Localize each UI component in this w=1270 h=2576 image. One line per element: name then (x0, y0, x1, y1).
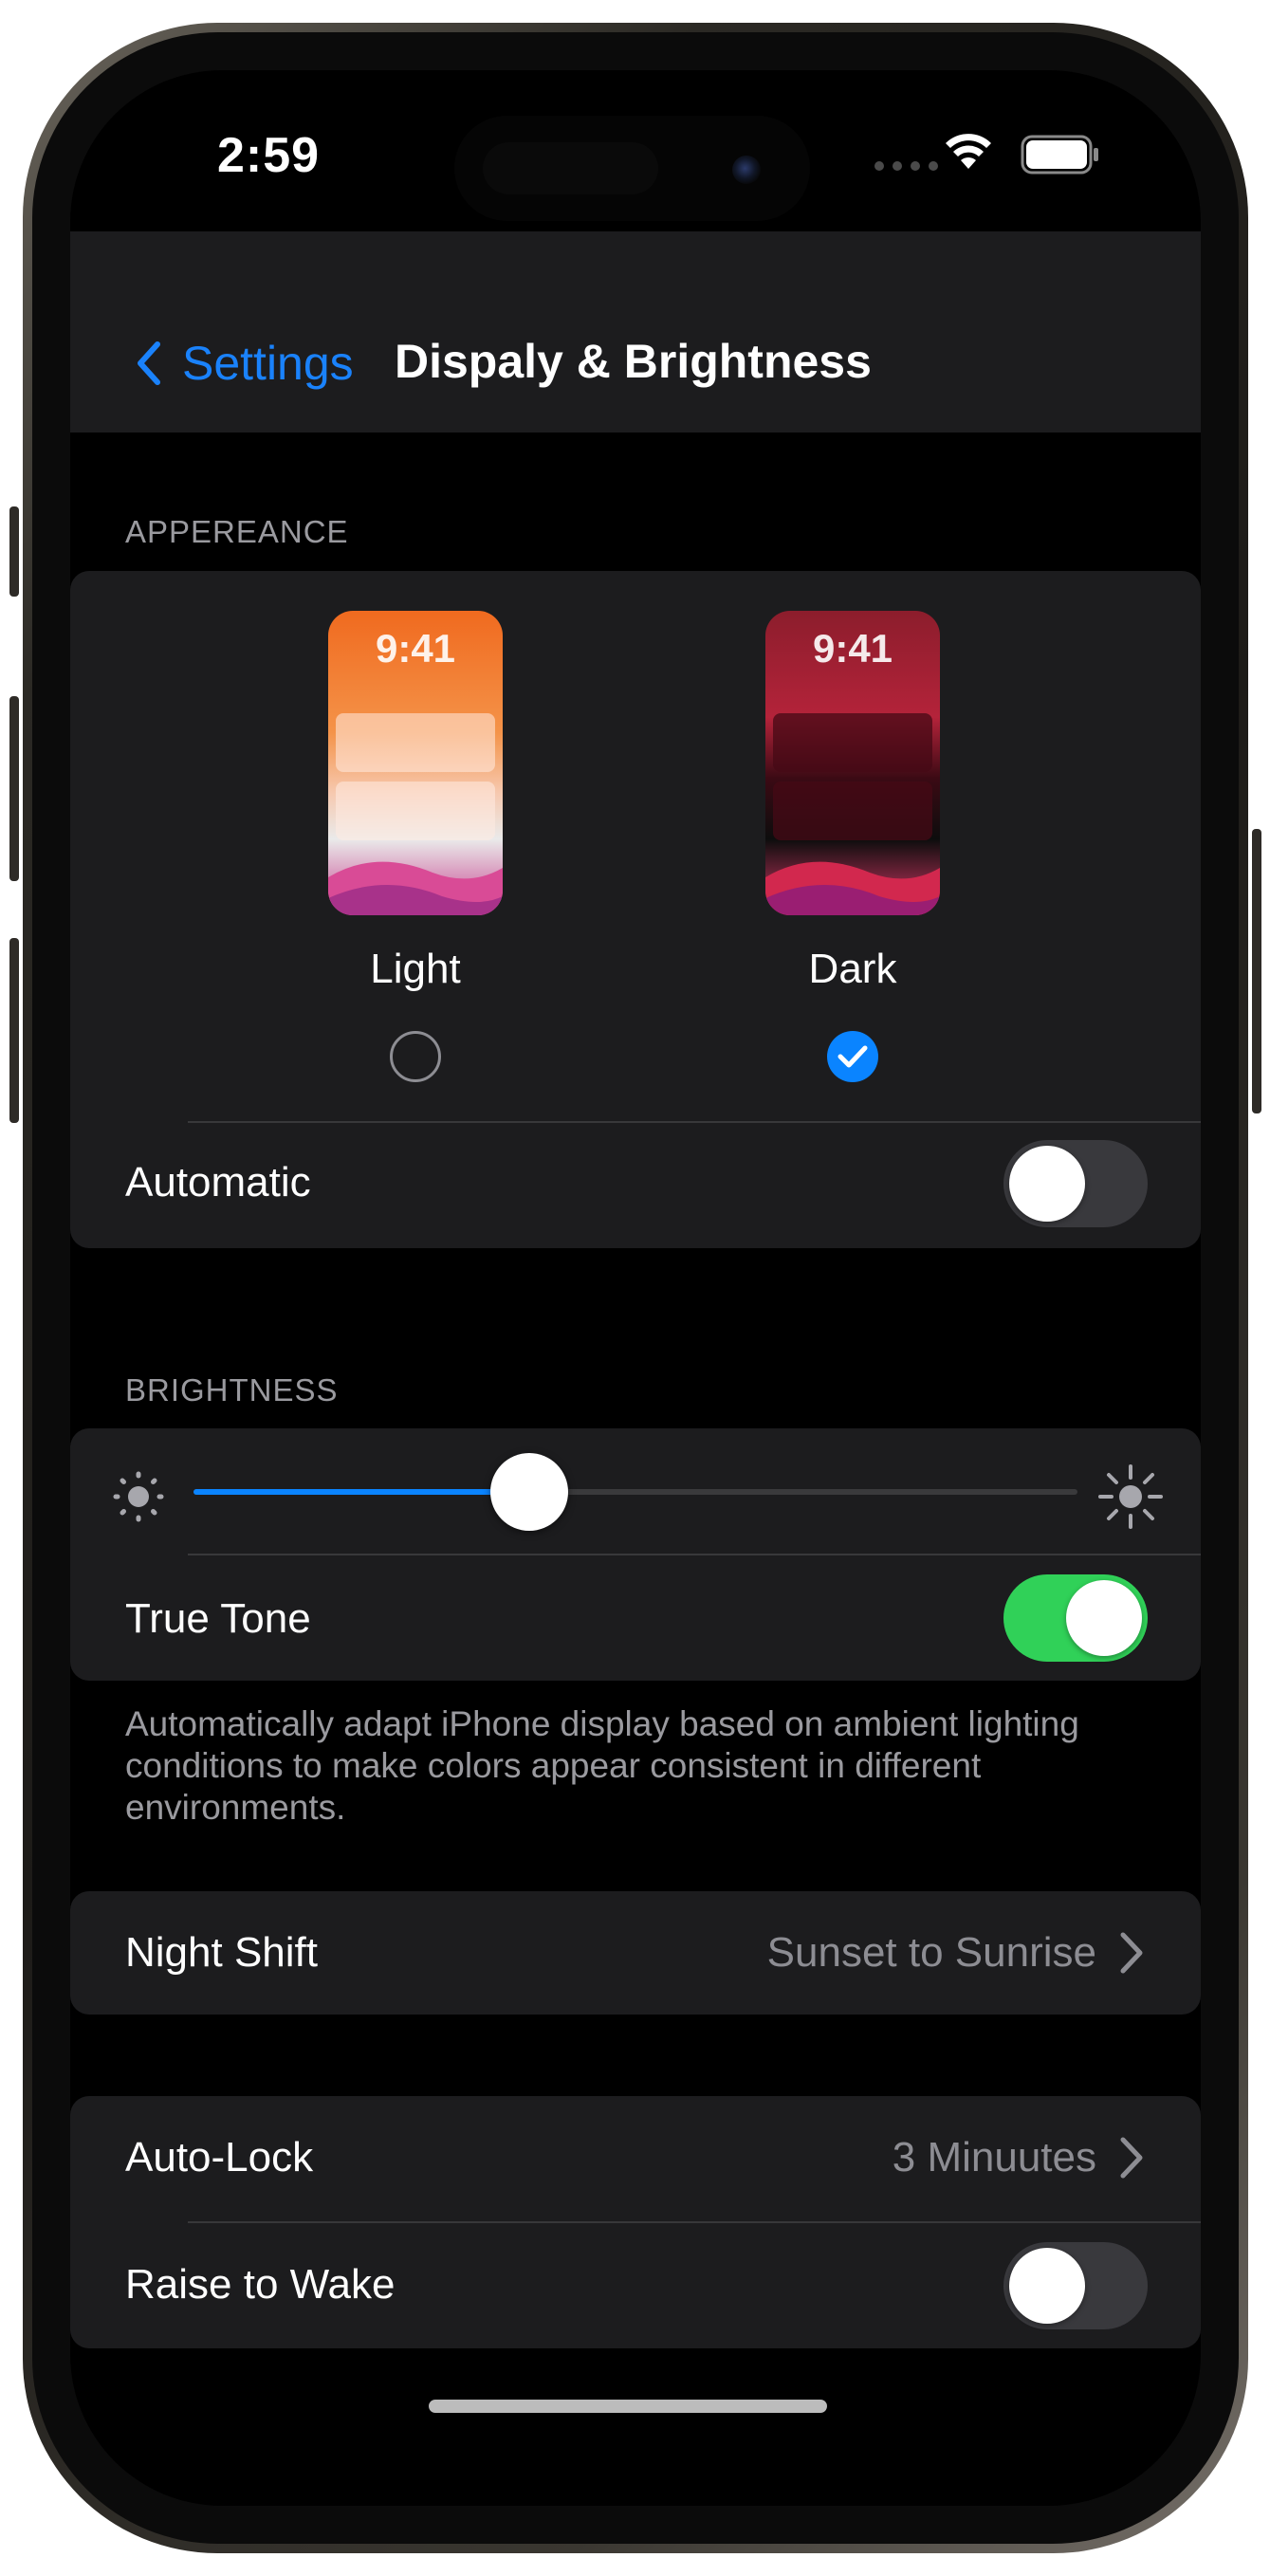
brightness-divider (188, 1554, 1201, 1555)
appearance-group: 9:41 Light 9:41 Dark Automatic (70, 571, 1201, 1248)
checkmark-icon (837, 1045, 868, 1068)
chevron-right-icon (1120, 1932, 1143, 1974)
action-button (9, 506, 19, 597)
true-tone-toggle-knob (1066, 1580, 1142, 1656)
page-title: Dispaly & Brightness (395, 335, 872, 388)
dark-preview-thumbnail: 9:41 (765, 611, 940, 915)
light-preview-thumbnail: 9:41 (328, 611, 503, 915)
auto-lock-value: 3 Minuutes (892, 2134, 1096, 2180)
true-tone-label: True Tone (125, 1595, 311, 1642)
power-button (1252, 829, 1261, 1113)
brightness-header: BRIGHTNESS (125, 1372, 339, 1408)
status-time: 2:59 (217, 128, 321, 183)
phone-frame: 2:59 Settings Dispaly & Brightness APPER… (9, 23, 1261, 2553)
automatic-label: Automatic (125, 1159, 311, 1205)
raise-to-wake-label: Raise to Wake (125, 2261, 396, 2308)
back-button[interactable]: Settings (135, 336, 354, 391)
brightness-slider[interactable] (193, 1453, 1077, 1531)
sun-bright-icon (1098, 1464, 1163, 1529)
screen: 2:59 Settings Dispaly & Brightness APPER… (70, 70, 1201, 2506)
light-radio[interactable] (390, 1031, 441, 1082)
bezel: 2:59 Settings Dispaly & Brightness APPER… (32, 32, 1239, 2544)
light-preview-time: 9:41 (375, 626, 456, 671)
brightness-slider-fill (193, 1489, 530, 1495)
brightness-group: True Tone (70, 1428, 1201, 1681)
navigation-bar: Settings Dispaly & Brightness (70, 231, 1201, 432)
appearance-divider (188, 1121, 1201, 1123)
back-label: Settings (182, 337, 354, 390)
sun-dim-icon (113, 1471, 164, 1522)
dark-label: Dark (808, 946, 897, 992)
battery-icon (1021, 135, 1100, 179)
brightness-slider-thumb[interactable] (490, 1453, 569, 1531)
appearance-option-light[interactable]: 9:41 Light (328, 611, 503, 1082)
true-tone-footer: Automatically adapt iPhone display based… (125, 1704, 1079, 1827)
auto-lock-label: Auto-Lock (125, 2134, 314, 2180)
appearance-header: APPEREANCE (125, 514, 349, 549)
automatic-toggle[interactable] (1003, 1140, 1148, 1227)
appearance-option-dark[interactable]: 9:41 Dark (765, 611, 940, 1082)
raise-to-wake-toggle-knob (1009, 2248, 1085, 2324)
dynamic-island (454, 116, 810, 221)
night-shift-row[interactable]: Night Shift Sunset to Sunrise (70, 1891, 1201, 2015)
camera-icon (732, 156, 761, 184)
home-indicator[interactable] (429, 2400, 827, 2413)
wifi-icon (943, 131, 994, 177)
chevron-right-icon (1120, 2137, 1143, 2179)
volume-down-button (9, 938, 19, 1123)
true-tone-toggle[interactable] (1003, 1574, 1148, 1662)
lock-group: Auto-Lock 3 Minuutes Raise to Wake (70, 2096, 1201, 2348)
cellular-signal-icon (874, 161, 938, 171)
night-shift-label: Night Shift (125, 1929, 318, 1976)
volume-up-button (9, 696, 19, 881)
auto-lock-row[interactable]: Auto-Lock 3 Minuutes (70, 2096, 1201, 2221)
lock-divider (188, 2221, 1201, 2223)
night-shift-value: Sunset to Sunrise (766, 1929, 1096, 1976)
dark-preview-time: 9:41 (812, 626, 893, 671)
island-sensor (483, 142, 658, 194)
light-label: Light (370, 946, 461, 992)
dark-radio[interactable] (827, 1031, 878, 1082)
raise-to-wake-toggle[interactable] (1003, 2242, 1148, 2329)
chevron-left-icon (138, 341, 160, 385)
automatic-toggle-knob (1009, 1146, 1085, 1222)
